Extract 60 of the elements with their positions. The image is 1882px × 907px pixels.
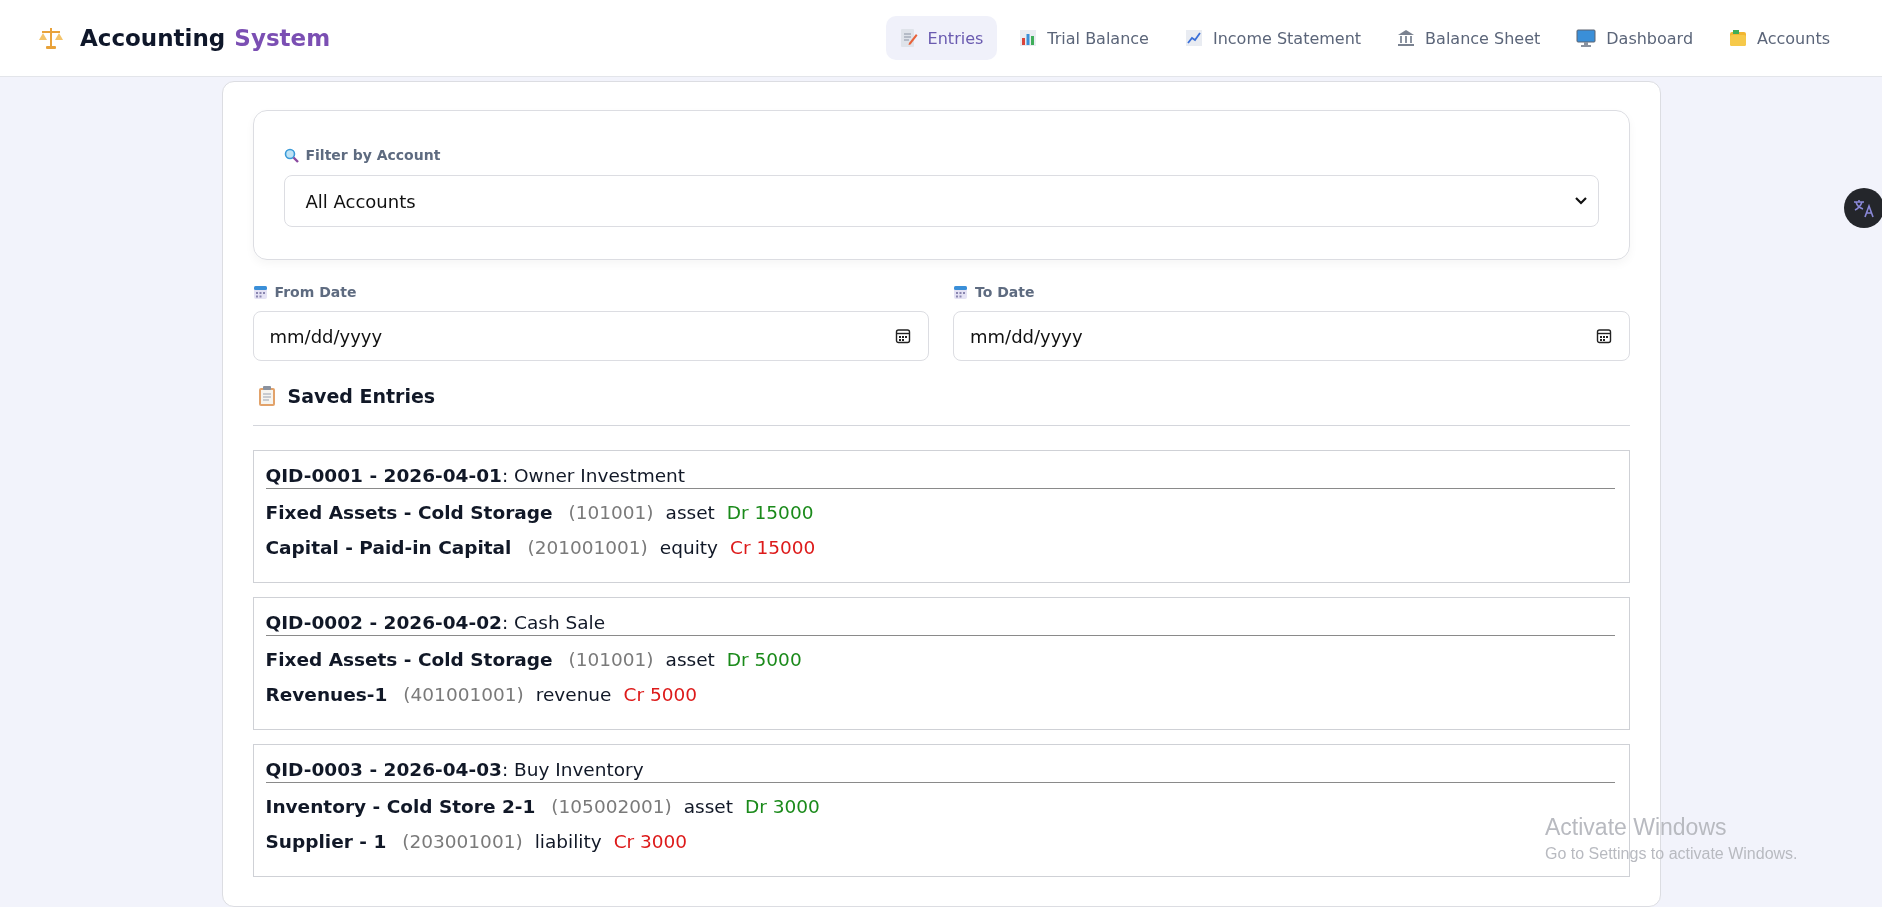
entry-amount: Dr 5000: [726, 648, 802, 672]
entry-amount: Dr 3000: [745, 795, 820, 819]
account-name: Revenues-1: [265, 683, 388, 707]
account-type: revenue: [535, 683, 612, 707]
monitor-icon: [1576, 29, 1597, 47]
account-type: equity: [659, 536, 719, 560]
bank-icon: [1397, 29, 1416, 47]
calendar-icon: [252, 284, 268, 300]
nav-tab[interactable]: Trial Balance: [1005, 16, 1163, 60]
bar-chart-icon: [1019, 29, 1038, 47]
entry-heading: QID-0003 - 2026-04-03: Buy Inventory: [265, 759, 1615, 783]
line-chart-icon: [1184, 29, 1203, 47]
section-title: Saved Entries: [287, 385, 436, 407]
memo-icon: [899, 28, 918, 48]
nav-tab[interactable]: Balance Sheet: [1383, 16, 1555, 60]
nav-tab[interactable]: Accounts: [1715, 16, 1844, 60]
account-code: (105002001): [551, 795, 672, 819]
entry-amount: Cr 3000: [613, 830, 688, 854]
account-code: (201001001): [527, 536, 648, 560]
date-field[interactable]: mm/dd/yyyy: [252, 311, 929, 361]
account-name: Supplier - 1: [265, 830, 387, 854]
entry-amount: Dr 15000: [726, 501, 814, 525]
activation-message: Go to Settings to activate Windows.: [1545, 845, 1798, 863]
translate-button[interactable]: [1844, 188, 1882, 228]
search-icon: [283, 147, 299, 163]
app-title: Accounting: [80, 25, 226, 51]
account-code: (101001): [568, 648, 654, 672]
calendar-icon: [953, 284, 968, 300]
account-name: Fixed Assets - Cold Storage: [265, 648, 553, 672]
nav-tab[interactable]: Income Statement: [1170, 16, 1376, 60]
account-type: liability: [534, 830, 602, 854]
app-title-accent: System: [234, 25, 331, 51]
nav-tab[interactable]: Dashboard: [1562, 16, 1708, 60]
entry-amount: Cr 15000: [730, 536, 816, 560]
account-code: (101001): [568, 501, 654, 525]
account-type: asset: [683, 795, 733, 819]
account-name: Fixed Assets - Cold Storage: [265, 501, 553, 525]
date-field[interactable]: mm/dd/yyyy: [953, 311, 1630, 361]
calendar-picker-icon[interactable]: [1595, 328, 1612, 344]
scales-icon: [38, 26, 64, 50]
clipboard-icon: [257, 385, 276, 407]
account-type: asset: [665, 501, 715, 525]
account-code: (401001001): [403, 683, 524, 707]
date-label: From Date: [274, 284, 357, 300]
folder-icon: [1729, 29, 1748, 47]
account-code: (203001001): [402, 830, 523, 854]
filter-label: Filter by Account: [305, 147, 441, 163]
entry-heading: QID-0001 - 2026-04-01: Owner Investment: [265, 465, 1615, 489]
translate-icon: [1853, 198, 1875, 218]
calendar-picker-icon[interactable]: [895, 328, 911, 344]
nav-tab[interactable]: Entries: [885, 16, 998, 60]
entry-heading: QID-0002 - 2026-04-02: Cash Sale: [265, 612, 1615, 636]
entry-amount: Cr 5000: [623, 683, 697, 707]
account-name: Capital - Paid-in Capital: [265, 536, 512, 560]
account-select[interactable]: All Accounts: [283, 175, 1599, 227]
chevron-down-icon: [1573, 196, 1588, 206]
account-name: Inventory - Cold Store 2-1: [265, 795, 536, 819]
date-label: To Date: [975, 284, 1035, 300]
activation-title: Activate Windows: [1545, 814, 1728, 841]
account-type: asset: [665, 648, 715, 672]
